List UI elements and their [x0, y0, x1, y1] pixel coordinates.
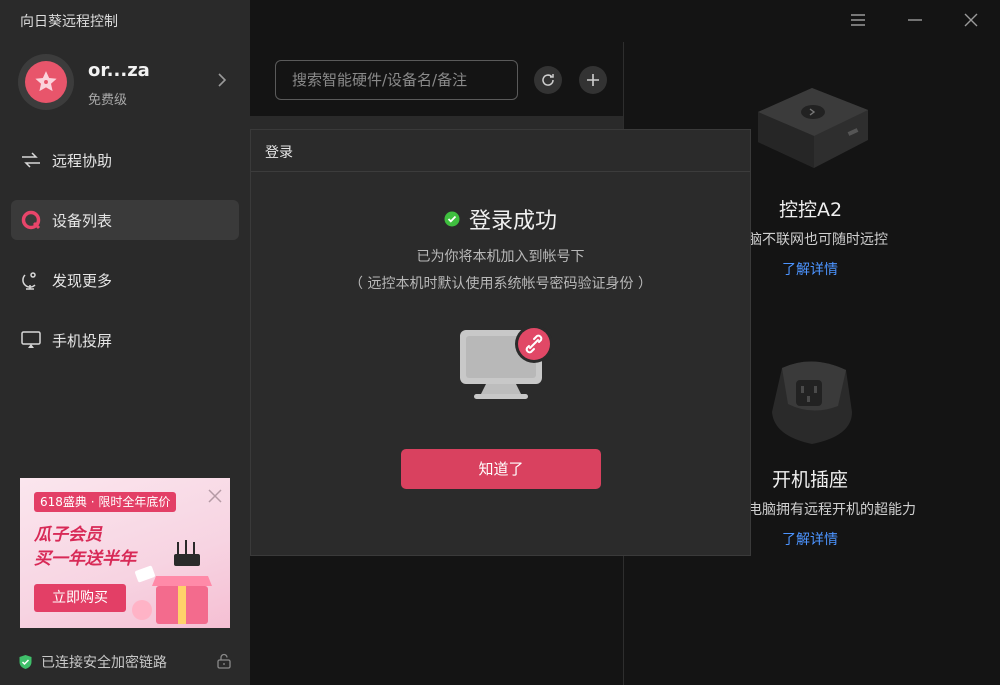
refresh-button[interactable]: [534, 66, 562, 94]
success-text: 登录成功: [468, 209, 557, 234]
close-window-icon[interactable]: [961, 10, 981, 30]
plus-icon: [587, 74, 599, 86]
secure-status-text: 已连接安全加密链路: [41, 655, 167, 671]
device-box-image: [758, 88, 868, 168]
shield-check-icon: [18, 654, 33, 670]
device-list-icon: [19, 208, 43, 232]
promo-banner[interactable]: 618盛典 · 限时全年底价 瓜子会员 买一年送半年 立即购买: [20, 478, 230, 628]
buy-now-button[interactable]: 立即购买: [34, 584, 126, 612]
menu-icon[interactable]: [848, 10, 868, 30]
app-title: 向日葵远程控制: [20, 14, 118, 30]
remote-assist-icon: [19, 148, 43, 172]
check-circle-icon: [444, 211, 460, 227]
unlock-icon[interactable]: [216, 653, 232, 673]
nav-item-screen-cast[interactable]: 手机投屏: [11, 320, 239, 360]
product-desc: 电脑拥有远程开机的超能力: [748, 502, 916, 518]
nav-item-label: 手机投屏: [52, 331, 113, 350]
username: or...za: [88, 60, 150, 81]
product-title: 开机插座: [772, 469, 849, 491]
gift-box-icon: [132, 540, 212, 624]
success-heading: 登录成功: [251, 203, 750, 235]
screen-cast-icon: [19, 328, 43, 352]
avatar: [18, 54, 74, 110]
product-title: 控控A2: [779, 199, 843, 221]
learn-more-link[interactable]: 了解详情: [782, 529, 838, 549]
promo-tag: 618盛典 · 限时全年底价: [34, 492, 177, 512]
nav-item-label: 设备列表: [52, 211, 113, 230]
linked-monitor-icon: [460, 325, 552, 399]
nav-item-device-list[interactable]: 设备列表: [11, 200, 239, 240]
promo-headline: 瓜子会员: [34, 525, 102, 545]
user-profile[interactable]: or...za 免费级: [18, 54, 240, 112]
nav-item-remote-assist[interactable]: 远程协助: [11, 140, 239, 180]
nav-item-discover[interactable]: 发现更多: [11, 260, 239, 300]
success-message: 已为你将本机加入到帐号下: [416, 249, 585, 265]
learn-more-link[interactable]: 了解详情: [782, 259, 838, 279]
smart-plug-image: [772, 361, 852, 444]
star-icon: [35, 71, 57, 92]
secure-connection-status: 已连接安全加密链路: [18, 651, 232, 673]
product-desc: 脑不联网也可随时远控: [748, 232, 888, 248]
discover-icon: [19, 268, 43, 292]
search-input[interactable]: 搜索智能硬件/设备名/备注: [275, 60, 518, 100]
dialog-divider: [251, 171, 750, 172]
nav-item-label: 发现更多: [52, 271, 113, 290]
login-dialog: 登录 登录成功 已为你将本机加入到帐号下 （ 远控本机时默认使用系统帐号密码验证…: [250, 129, 751, 556]
minimize-icon[interactable]: [905, 10, 925, 30]
user-level: 免费级: [88, 93, 128, 108]
chevron-right-icon: [216, 72, 228, 92]
close-icon[interactable]: [208, 488, 222, 507]
sidebar: 向日葵远程控制 or...za 免费级 远程协助 设备列表 发现更多 手机投屏 …: [0, 0, 250, 685]
success-note: （ 远控本机时默认使用系统帐号密码验证身份 ）: [349, 276, 652, 292]
got-it-button[interactable]: 知道了: [401, 449, 601, 489]
dialog-title: 登录: [265, 145, 293, 161]
nav-item-label: 远程协助: [52, 151, 113, 170]
refresh-icon: [542, 74, 554, 86]
promo-subheadline: 买一年送半年: [34, 549, 136, 569]
add-device-button[interactable]: [579, 66, 607, 94]
